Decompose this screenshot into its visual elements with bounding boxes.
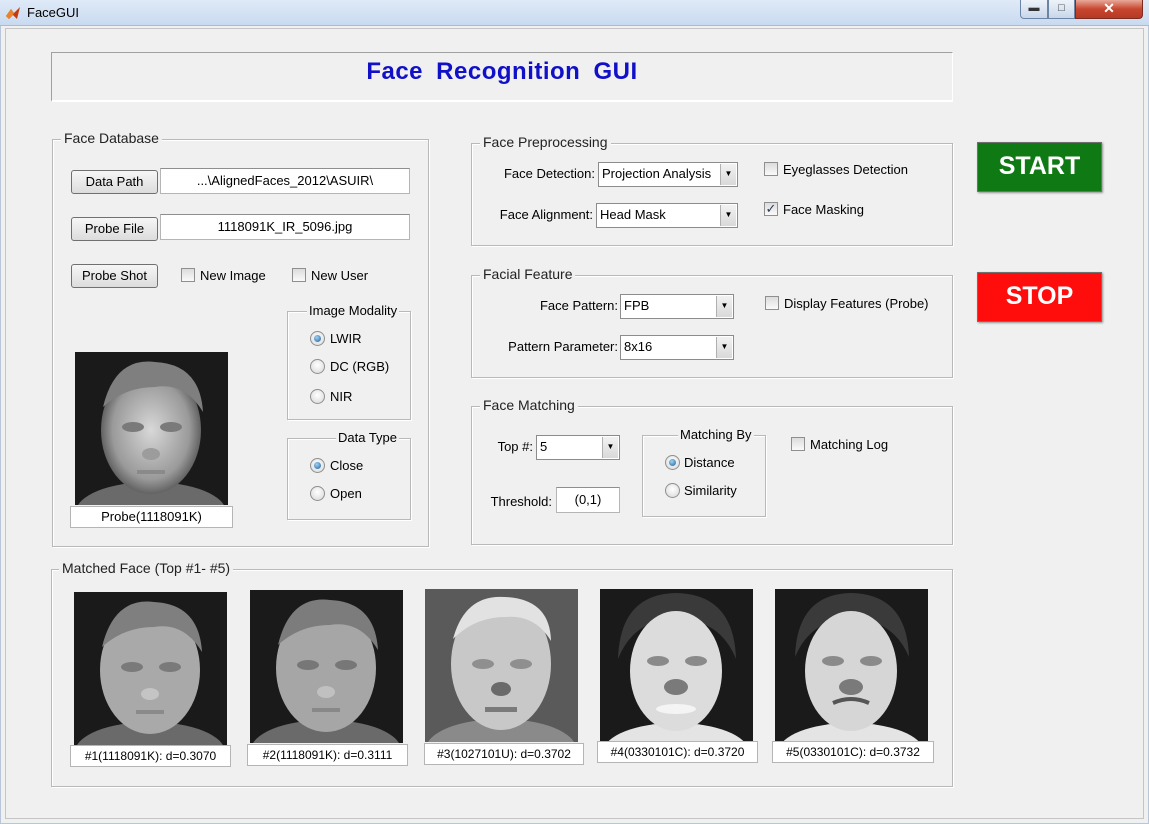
- pattern-parameter-value: 8x16: [624, 339, 653, 354]
- matched-face-title: Matched Face (Top #1- #5): [59, 560, 234, 576]
- face-masking-checkbox[interactable]: ✓: [764, 202, 778, 216]
- preprocessing-panel: [471, 143, 953, 246]
- top-value: 5: [540, 439, 548, 454]
- minimize-icon: ▬: [1028, 2, 1040, 14]
- facial-feature-panel: [471, 275, 953, 378]
- eyeglasses-checkbox[interactable]: [764, 162, 778, 176]
- matching-distance-radio[interactable]: [665, 455, 680, 470]
- data-path-button[interactable]: Data Path: [71, 170, 158, 194]
- probe-file-button[interactable]: Probe File: [71, 217, 158, 241]
- match-face-image: [74, 592, 227, 745]
- close-button[interactable]: ✕: [1075, 0, 1143, 19]
- modality-lwir-label: LWIR: [330, 331, 362, 346]
- modality-dc-label: DC (RGB): [330, 359, 390, 374]
- pattern-parameter-label: Pattern Parameter:: [508, 339, 618, 354]
- datatype-close-radio[interactable]: [310, 458, 325, 473]
- probe-face-image: [75, 352, 228, 505]
- top-select[interactable]: 5 ▼: [536, 435, 620, 460]
- minimize-button[interactable]: ▬: [1020, 0, 1048, 19]
- image-modality-title: Image Modality: [307, 303, 400, 318]
- match-face-image: [250, 590, 403, 743]
- match-face-image: [775, 589, 928, 742]
- pattern-parameter-select[interactable]: 8x16 ▼: [620, 335, 734, 360]
- probe-shot-button[interactable]: Probe Shot: [71, 264, 158, 288]
- chevron-down-icon: ▼: [716, 296, 732, 317]
- matching-by-group: [642, 435, 766, 517]
- face-detection-value: Projection Analysis: [602, 166, 712, 181]
- face-matching-title: Face Matching: [480, 397, 578, 413]
- match-caption: #5(0330101C): d=0.3732: [772, 741, 934, 763]
- top-label: Top #:: [497, 439, 533, 454]
- modality-nir-label: NIR: [330, 389, 353, 404]
- data-path-field[interactable]: ...\AlignedFaces_2012\ASUIR\: [160, 168, 410, 194]
- modality-nir-radio[interactable]: [310, 389, 325, 404]
- probe-caption: Probe(1118091K): [70, 506, 233, 528]
- match-caption: #1(1118091K): d=0.3070: [70, 745, 231, 767]
- matching-log-checkbox[interactable]: [791, 437, 805, 451]
- face-pattern-label: Face Pattern:: [539, 298, 618, 313]
- match-caption: #4(0330101C): d=0.3720: [597, 741, 758, 763]
- matching-similarity-label: Similarity: [684, 483, 737, 498]
- window-title: FaceGUI: [27, 5, 80, 20]
- matching-by-title: Matching By: [678, 427, 754, 442]
- facial-feature-title: Facial Feature: [480, 266, 576, 282]
- threshold-label: Threshold:: [490, 494, 552, 509]
- chevron-down-icon: ▼: [720, 205, 736, 226]
- chevron-down-icon: ▼: [720, 164, 736, 185]
- face-database-title: Face Database: [61, 130, 162, 146]
- new-user-checkbox[interactable]: [292, 268, 306, 282]
- datatype-open-radio[interactable]: [310, 486, 325, 501]
- new-user-label: New User: [311, 268, 369, 283]
- new-image-checkbox[interactable]: [181, 268, 195, 282]
- face-alignment-value: Head Mask: [600, 207, 666, 222]
- face-pattern-select[interactable]: FPB ▼: [620, 294, 734, 319]
- face-pattern-value: FPB: [624, 298, 650, 313]
- display-features-label: Display Features (Probe): [784, 296, 929, 311]
- face-detection-label: Face Detection:: [503, 166, 595, 181]
- matching-log-label: Matching Log: [810, 437, 889, 452]
- match-face-image: [425, 589, 578, 742]
- display-features-checkbox[interactable]: [765, 296, 779, 310]
- stop-button[interactable]: STOP: [977, 272, 1102, 322]
- maximize-icon: □: [1058, 2, 1065, 14]
- probe-file-field[interactable]: 1118091K_IR_5096.jpg: [160, 214, 410, 240]
- page-title: Face Recognition GUI: [366, 58, 638, 85]
- match-caption: #2(1118091K): d=0.3111: [247, 744, 408, 766]
- match-caption: #3(1027101U): d=0.3702: [424, 743, 584, 765]
- chevron-down-icon: ▼: [716, 337, 732, 358]
- face-masking-label: Face Masking: [783, 202, 864, 217]
- face-alignment-label: Face Alignment:: [499, 207, 593, 222]
- chevron-down-icon: ▼: [602, 437, 618, 458]
- face-detection-select[interactable]: Projection Analysis ▼: [598, 162, 738, 187]
- modality-dc-radio[interactable]: [310, 359, 325, 374]
- close-icon: ✕: [1103, 0, 1115, 16]
- matlab-icon: [6, 7, 20, 19]
- face-alignment-select[interactable]: Head Mask ▼: [596, 203, 738, 228]
- eyeglasses-label: Eyeglasses Detection: [783, 162, 909, 177]
- title-bar: [0, 0, 1149, 26]
- datatype-close-label: Close: [330, 458, 364, 473]
- start-button[interactable]: START: [977, 142, 1102, 192]
- new-image-label: New Image: [200, 268, 266, 283]
- modality-lwir-radio[interactable]: [310, 331, 325, 346]
- match-face-image: [600, 589, 753, 742]
- matching-similarity-radio[interactable]: [665, 483, 680, 498]
- preprocessing-title: Face Preprocessing: [480, 134, 611, 150]
- data-type-title: Data Type: [336, 430, 400, 445]
- threshold-field[interactable]: (0,1): [556, 487, 620, 513]
- data-type-group: [287, 438, 411, 520]
- matching-distance-label: Distance: [684, 455, 735, 470]
- datatype-open-label: Open: [330, 486, 362, 501]
- checkmark-icon: ✓: [765, 201, 777, 216]
- maximize-button[interactable]: □: [1048, 0, 1075, 19]
